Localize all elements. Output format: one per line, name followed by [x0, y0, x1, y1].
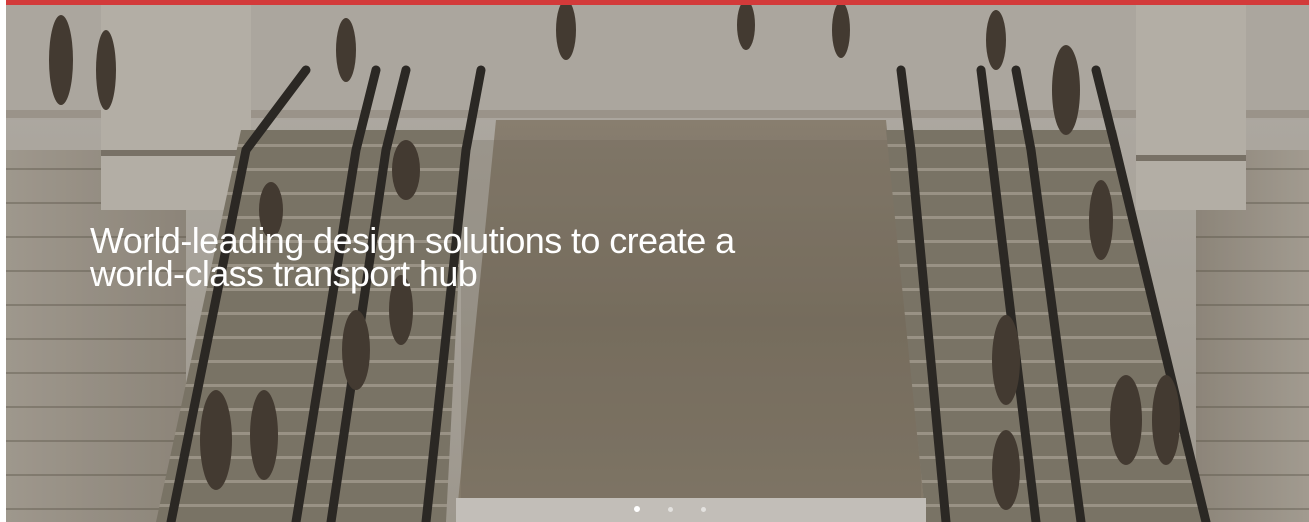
hero-headline-line-2: world-class transport hub: [90, 253, 478, 294]
hero-headline: World-leading design solutions to create…: [90, 223, 850, 294]
carousel-pagination: [634, 504, 706, 514]
carousel-dot-3[interactable]: [701, 506, 706, 512]
hero-banner: World-leading design solutions to create…: [6, 0, 1309, 522]
top-accent-bar: [6, 0, 1309, 5]
carousel-dot-1[interactable]: [634, 506, 640, 512]
carousel-dot-2[interactable]: [668, 506, 673, 512]
